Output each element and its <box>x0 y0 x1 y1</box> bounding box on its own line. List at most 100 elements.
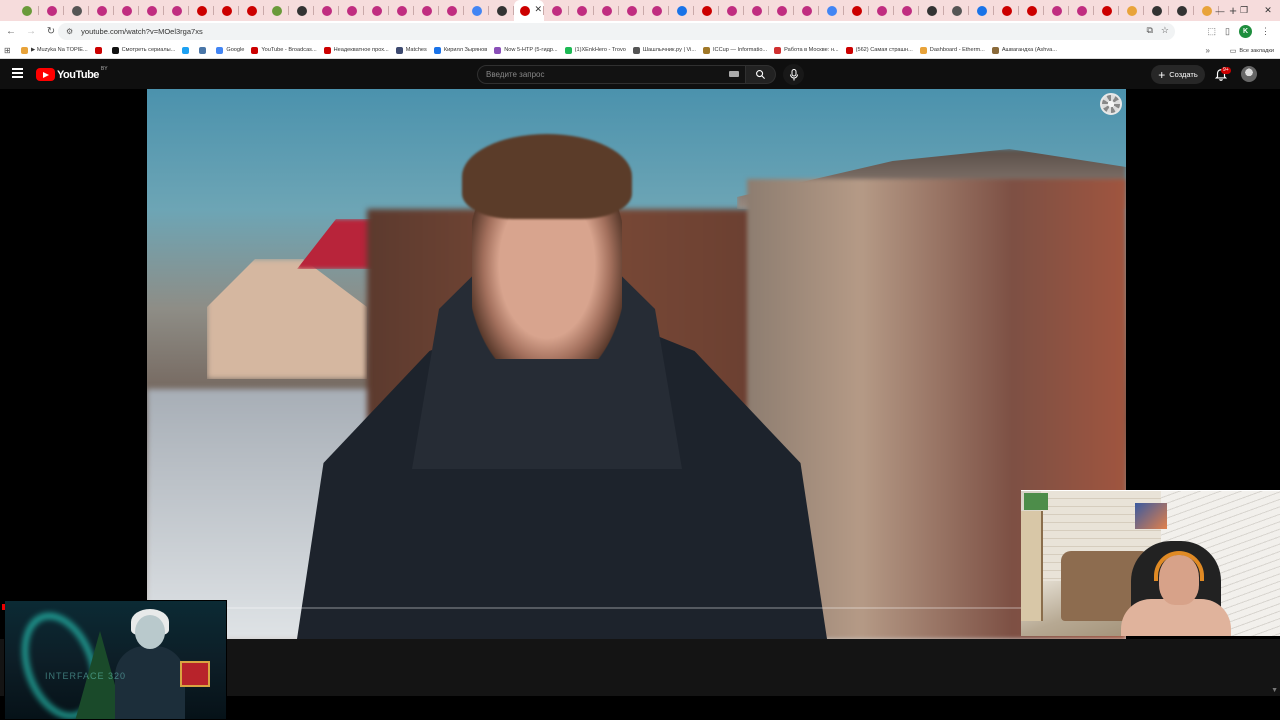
browser-tab[interactable] <box>1094 0 1119 21</box>
browser-tab[interactable] <box>769 0 794 21</box>
bookmark-item[interactable]: Google <box>216 46 244 54</box>
bookmark-item[interactable]: Кирилл Зырянов <box>433 46 487 54</box>
browser-tab[interactable] <box>919 0 944 21</box>
bookmark-item[interactable]: Ашвагандха (Ashva... <box>991 46 1057 54</box>
bookmarks-overflow-icon[interactable]: » <box>1206 42 1210 59</box>
browser-tab[interactable] <box>1019 0 1044 21</box>
bookmark-item[interactable]: Dashboard - Etherm... <box>919 46 985 54</box>
bookmark-item[interactable]: Шашлычник.ру | Vi... <box>632 46 696 54</box>
video-progress-bar[interactable] <box>147 607 1126 609</box>
browser-tab[interactable] <box>944 0 969 21</box>
browser-tab[interactable] <box>694 0 719 21</box>
side-panel-icon[interactable]: ▯ <box>1225 26 1230 37</box>
browser-tab[interactable] <box>869 0 894 21</box>
apps-grid-icon[interactable]: ⊞ <box>4 46 15 55</box>
tab-favicon-icon <box>1051 5 1062 16</box>
browser-tab[interactable] <box>164 0 189 21</box>
browser-tab[interactable] <box>139 0 164 21</box>
search-input[interactable] <box>486 70 721 79</box>
bookmark-item[interactable]: Смотреть сериалы... <box>111 46 175 54</box>
close-window-button[interactable]: ✕ <box>1256 0 1280 21</box>
browser-tab[interactable] <box>114 0 139 21</box>
browser-tab[interactable] <box>264 0 289 21</box>
browser-tab[interactable] <box>619 0 644 21</box>
browser-tab[interactable] <box>644 0 669 21</box>
browser-tab[interactable] <box>289 0 314 21</box>
address-bar[interactable]: ⚙ youtube.com/watch?v=MOel3rga7xs ⧉ ☆ <box>58 23 1175 40</box>
create-button[interactable]: + Создать <box>1151 65 1205 84</box>
bookmark-item[interactable]: ▶ Muzyka Na TOPIE... <box>21 46 88 54</box>
browser-tab[interactable] <box>214 0 239 21</box>
bookmark-item[interactable]: Неадекватное прох... <box>323 46 389 54</box>
browser-tab[interactable] <box>719 0 744 21</box>
voice-search-button[interactable] <box>783 64 804 85</box>
bookmark-item[interactable] <box>94 46 105 54</box>
search-button[interactable] <box>746 65 776 84</box>
browser-tab[interactable] <box>819 0 844 21</box>
browser-tab[interactable] <box>339 0 364 21</box>
browser-tab[interactable] <box>844 0 869 21</box>
browser-tab[interactable] <box>569 0 594 21</box>
browser-tab[interactable] <box>14 0 39 21</box>
guide-menu-icon[interactable] <box>12 68 23 78</box>
browser-tab[interactable] <box>544 0 569 21</box>
browser-tab[interactable] <box>89 0 114 21</box>
browser-tab[interactable] <box>894 0 919 21</box>
browser-tab[interactable] <box>64 0 89 21</box>
bookmark-item[interactable]: (562) Самая страшн... <box>845 46 913 54</box>
browser-tab[interactable] <box>189 0 214 21</box>
bookmark-favicon-icon <box>111 46 119 54</box>
site-info-icon[interactable]: ⚙ <box>66 27 73 36</box>
browser-tab[interactable] <box>364 0 389 21</box>
browser-tab[interactable] <box>1119 0 1144 21</box>
extensions-icon[interactable]: ⬚ <box>1208 26 1217 37</box>
profile-avatar[interactable]: K <box>1239 25 1252 38</box>
browser-tab[interactable] <box>994 0 1019 21</box>
browser-tab[interactable] <box>464 0 489 21</box>
browser-tab[interactable] <box>239 0 264 21</box>
bookmark-item[interactable]: YouTube - Broadcas... <box>251 46 317 54</box>
bookmark-item[interactable] <box>182 46 192 54</box>
browser-tab[interactable] <box>969 0 994 21</box>
browser-tab[interactable] <box>1169 0 1194 21</box>
forward-button[interactable]: → <box>22 23 40 41</box>
account-avatar[interactable] <box>1241 66 1257 82</box>
all-bookmarks-button[interactable]: ▭ Все закладки <box>1230 42 1274 59</box>
browser-tab[interactable]: ✕ <box>514 0 544 21</box>
plus-icon: + <box>1158 67 1166 82</box>
back-button[interactable]: ← <box>2 23 20 41</box>
browser-tab[interactable] <box>389 0 414 21</box>
channel-watermark-icon[interactable] <box>1100 93 1122 115</box>
browser-tab[interactable] <box>414 0 439 21</box>
browser-tab[interactable] <box>1069 0 1094 21</box>
bookmark-item[interactable]: ICCup — Informatio... <box>703 46 767 54</box>
bookmark-item[interactable]: (1)XEnkHero - Trovo <box>564 46 626 54</box>
browser-tab[interactable] <box>489 0 514 21</box>
bookmark-item[interactable] <box>199 46 209 54</box>
browser-tab[interactable] <box>744 0 769 21</box>
bookmark-item[interactable]: Now 5-HTP (5-гидр... <box>494 46 558 54</box>
browser-tab[interactable] <box>794 0 819 21</box>
browser-tab[interactable] <box>314 0 339 21</box>
bookmark-star-icon[interactable]: ☆ <box>1161 25 1169 36</box>
browser-tab[interactable] <box>669 0 694 21</box>
tab-favicon-icon <box>601 5 612 16</box>
install-app-icon[interactable]: ⧉ <box>1146 25 1152 36</box>
browser-tab[interactable] <box>439 0 464 21</box>
close-tab-icon[interactable]: ✕ <box>534 4 542 15</box>
browser-tab[interactable] <box>594 0 619 21</box>
maximize-button[interactable]: ❐ <box>1232 0 1256 21</box>
scroll-down-icon[interactable]: ▼ <box>1271 687 1278 694</box>
video-player[interactable] <box>147 89 1126 639</box>
bookmark-item[interactable]: Работа в Москве: н... <box>774 46 839 54</box>
youtube-wordmark: YouTube <box>57 68 99 81</box>
keyboard-icon[interactable] <box>729 71 739 77</box>
youtube-logo[interactable]: YouTube BY <box>36 66 108 81</box>
browser-tab[interactable] <box>1044 0 1069 21</box>
browser-menu-icon[interactable]: ⋮ <box>1261 26 1270 37</box>
window-controls: — ❐ ✕ <box>1208 0 1280 21</box>
browser-tab[interactable] <box>1144 0 1169 21</box>
minimize-button[interactable]: — <box>1208 0 1232 21</box>
bookmark-item[interactable]: Matches <box>395 46 427 54</box>
browser-tab[interactable] <box>39 0 64 21</box>
